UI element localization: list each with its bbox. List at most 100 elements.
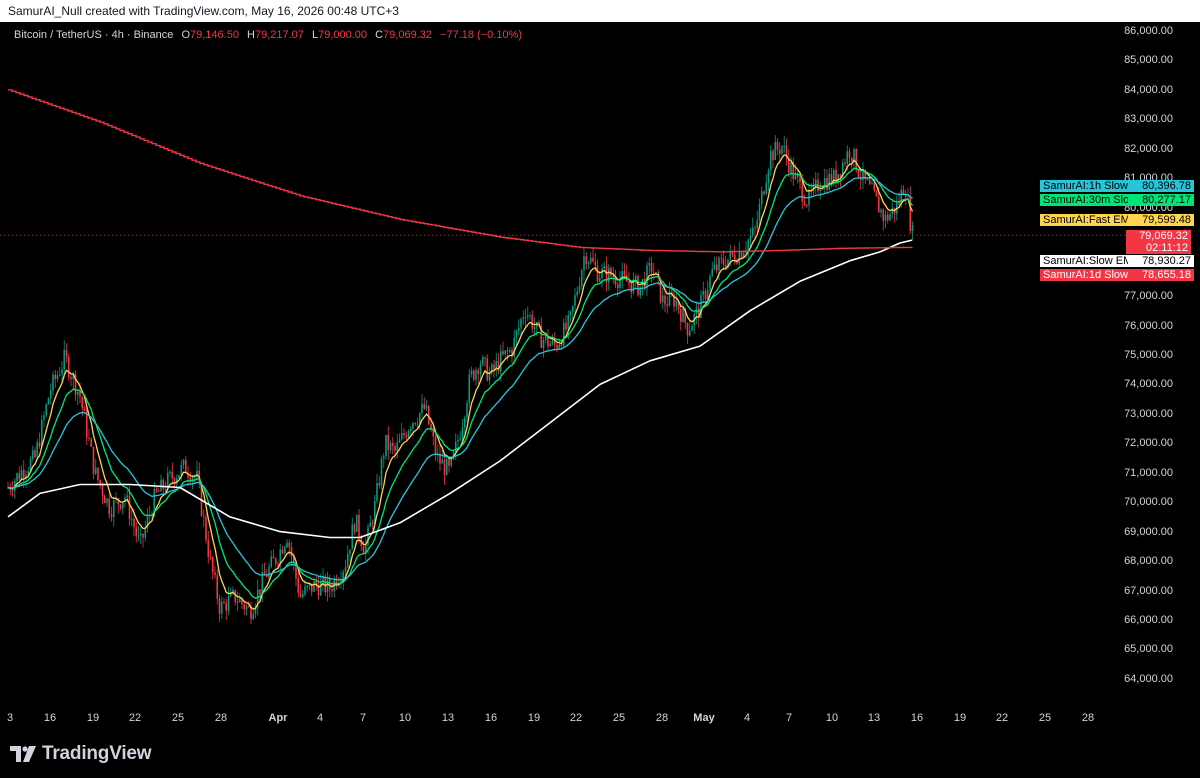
candle-body — [533, 327, 536, 329]
candle-body — [281, 549, 284, 554]
change-value: −77.18 (−0.10%) — [440, 29, 522, 41]
candle-body — [119, 504, 122, 509]
candle-body — [214, 572, 216, 576]
candle-body — [601, 268, 603, 278]
candle-body — [479, 364, 482, 375]
candle-body — [83, 408, 86, 411]
candle-body — [652, 272, 655, 274]
close-label: C — [375, 29, 384, 41]
candle-body — [40, 419, 43, 447]
candle-body — [398, 439, 401, 443]
candle-body — [484, 357, 486, 359]
candle-body — [772, 150, 774, 161]
open-label: O — [181, 29, 191, 41]
candle-body — [378, 483, 381, 486]
price-axis-label: 73,000.00 — [1124, 407, 1173, 420]
time-axis-label: 22 — [128, 712, 142, 724]
30m-slow-line — [7, 167, 914, 599]
time-axis-label: 7 — [785, 712, 793, 724]
candle-body — [799, 176, 801, 183]
candle-body — [776, 141, 779, 150]
candle-body — [531, 315, 534, 329]
candle-body — [18, 473, 21, 480]
candle-body — [434, 436, 437, 455]
high-label: H — [247, 29, 255, 41]
tradingview-logo[interactable]: TradingView — [10, 743, 152, 765]
symbol-title[interactable]: Bitcoin / TetherUS · 4h · Binance — [14, 29, 173, 41]
candle-body — [358, 514, 360, 538]
current-price-tag: 79,069.32 — [1126, 230, 1191, 242]
candle-body — [576, 291, 579, 296]
time-axis-label: 16 — [43, 712, 57, 724]
time-axis-label: 25 — [171, 712, 185, 724]
candle-body — [562, 322, 565, 346]
candle-body — [349, 549, 351, 555]
candle-body — [387, 434, 390, 450]
candle-body — [54, 374, 57, 380]
candle-body — [205, 516, 207, 541]
candle-body — [445, 459, 448, 475]
candle-body — [92, 446, 95, 474]
time-axis-label: 25 — [1038, 712, 1052, 724]
candle-body — [880, 209, 882, 213]
candle-body — [790, 162, 792, 173]
candle-body — [326, 578, 329, 593]
price-chart[interactable] — [0, 0, 1200, 778]
candle-body — [182, 459, 185, 465]
footer — [0, 736, 1200, 778]
candle-body — [43, 415, 45, 420]
candle-body — [459, 438, 462, 440]
candle-body — [272, 556, 275, 559]
candle-body — [855, 148, 858, 171]
candle-body — [52, 374, 54, 391]
candle-body — [826, 177, 828, 190]
candle-body — [639, 286, 642, 296]
candle-body — [630, 283, 633, 293]
candle-body — [20, 470, 23, 480]
candle-body — [265, 575, 268, 577]
candle-body — [704, 290, 707, 299]
candle-body — [688, 330, 691, 336]
candle-body — [162, 479, 165, 489]
candle-body — [304, 586, 306, 595]
candle-body — [11, 489, 14, 491]
candle-body — [421, 403, 423, 413]
candle-body — [470, 370, 473, 375]
candle-body — [56, 375, 59, 380]
candle-body — [112, 500, 115, 518]
candle-body — [106, 498, 108, 504]
candle-body — [502, 351, 504, 355]
candle-body — [592, 257, 594, 262]
candle-body — [619, 279, 621, 288]
candle-body — [36, 442, 39, 458]
candle-body — [682, 308, 684, 323]
open-value: 79,146.50 — [190, 29, 239, 41]
indicator-tag: SamurAI:Slow EMA 78,930.27 — [1040, 255, 1194, 267]
candle-body — [549, 343, 552, 347]
candle-body — [715, 264, 718, 271]
time-axis-label: 19 — [953, 712, 967, 724]
candle-body — [277, 564, 279, 566]
candle-body — [781, 146, 783, 154]
candle-body — [634, 275, 637, 280]
candle-body — [164, 488, 167, 490]
candle-body — [157, 490, 160, 492]
indicator-tag: SamurAI:1h Slow 80,396.78 — [1040, 180, 1194, 192]
price-axis-label: 72,000.00 — [1124, 437, 1173, 450]
candle-body — [463, 417, 466, 428]
indicator-tag-price: 78,655.18 — [1128, 269, 1194, 281]
candle-body — [875, 190, 878, 197]
candle-body — [443, 459, 446, 475]
candle-body — [380, 458, 383, 486]
candle-body — [247, 606, 250, 608]
candle-body — [45, 404, 48, 416]
candle-body — [517, 327, 520, 331]
candle-body — [846, 151, 849, 164]
candle-body — [126, 495, 129, 498]
1d-slow-line — [8, 89, 913, 253]
candle-body — [578, 286, 581, 292]
candle-body — [135, 527, 138, 536]
price-axis-label: 83,000.00 — [1124, 113, 1173, 126]
candle-body — [369, 522, 372, 527]
candle-body — [857, 170, 860, 177]
